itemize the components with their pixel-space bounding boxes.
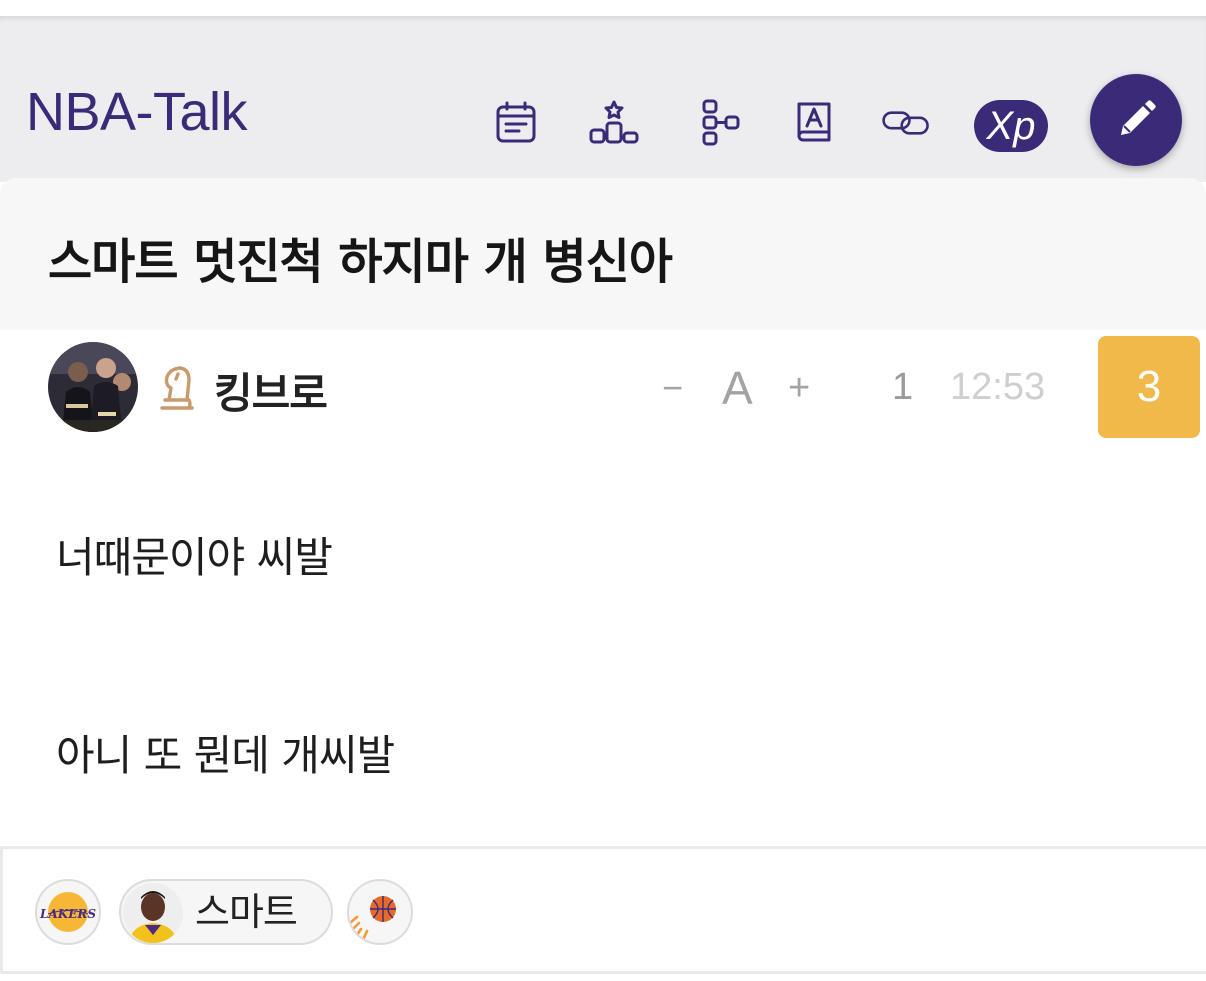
- avatar[interactable]: [48, 342, 138, 432]
- view-count: 1: [892, 366, 914, 408]
- body-line-1: 너때문이야 씨발: [56, 533, 333, 582]
- xp-badge[interactable]: Xp: [974, 100, 1048, 152]
- lakers-logo[interactable]: LAKERS: [35, 879, 101, 945]
- lakers-logo-text: LAKERS: [39, 907, 96, 921]
- bracket-icon[interactable]: [690, 94, 748, 152]
- app-title[interactable]: NBA-Talk: [26, 82, 248, 142]
- chess-knight-icon: [160, 366, 194, 410]
- author-name[interactable]: 킹브로: [214, 360, 328, 421]
- player-tag-smart[interactable]: 스마트: [119, 879, 333, 945]
- app-header: NBA-Talk Xp: [0, 16, 1206, 182]
- player-avatar: [123, 883, 183, 943]
- dictionary-icon[interactable]: [785, 94, 843, 152]
- player-tag-label: 스마트: [195, 890, 298, 934]
- post-time: 12:53: [950, 366, 1046, 408]
- suns-logo[interactable]: [347, 879, 413, 945]
- link-icon[interactable]: [877, 94, 935, 152]
- font-decrease-button[interactable]: −: [662, 358, 683, 418]
- font-increase-button[interactable]: +: [788, 358, 810, 418]
- comment-count-badge[interactable]: 3: [1098, 336, 1200, 438]
- body-line-2: 아니 또 뭔데 개씨발: [56, 731, 395, 780]
- status-bar-strip: [0, 0, 1206, 16]
- pencil-icon: [1121, 100, 1156, 135]
- post-title: 스마트 멋진척 하지마 개 병신아: [48, 234, 673, 290]
- post-title-card: 스마트 멋진척 하지마 개 병신아: [0, 178, 1206, 330]
- ranking-icon[interactable]: [585, 94, 643, 152]
- write-post-button[interactable]: [1090, 74, 1182, 166]
- font-size-button[interactable]: A: [722, 358, 753, 418]
- calendar-icon[interactable]: [487, 94, 545, 152]
- post-page: NBA-Talk Xp 스마트 멋진척 하지마 개 병신아 킹브로 − A + …: [0, 0, 1206, 981]
- tag-bar: LAKERS 스마트: [0, 846, 1206, 974]
